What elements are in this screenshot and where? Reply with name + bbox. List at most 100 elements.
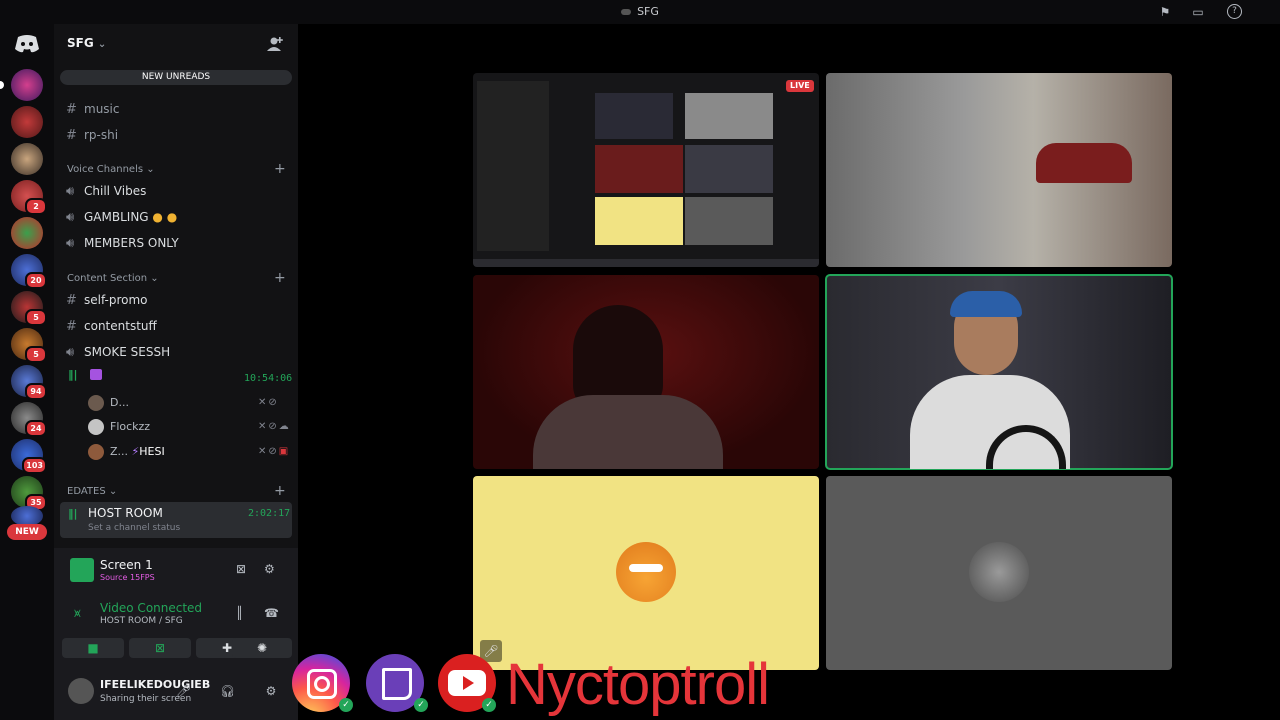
- window-title: SFG: [0, 5, 1280, 18]
- shared-tile: [685, 145, 773, 193]
- server-icon[interactable]: 5: [11, 291, 47, 326]
- mention-badge: 103: [22, 457, 47, 474]
- server-icon[interactable]: [11, 106, 43, 138]
- channel-status[interactable]: Set a channel status: [88, 523, 180, 533]
- channel-self-promo[interactable]: # self-promo: [66, 290, 148, 310]
- video-tile-user[interactable]: [473, 275, 819, 469]
- person-body: [533, 395, 723, 469]
- shared-tile: [595, 197, 683, 245]
- channel-members-only[interactable]: 🔊︎ MEMBERS ONLY: [66, 233, 179, 253]
- unread-pill: [0, 81, 4, 89]
- new-unreads-bar[interactable]: NEW UNREADS: [60, 70, 292, 85]
- host-room-timer: 2:02:17: [248, 508, 291, 519]
- channel-contentstuff[interactable]: # contentstuff: [66, 316, 157, 336]
- live-badge: LIVE: [786, 80, 814, 92]
- discord-home-icon[interactable]: [12, 32, 42, 56]
- server-name[interactable]: SFG ⌄: [67, 36, 106, 50]
- server-icon[interactable]: 103: [11, 439, 47, 474]
- signal-icon[interactable]: ⩙: [74, 606, 81, 621]
- category-content-section[interactable]: Content Section ⌄: [67, 273, 159, 287]
- server-icon[interactable]: 20: [11, 254, 47, 289]
- shared-tile: [685, 93, 773, 139]
- stop-stream-icon[interactable]: ⊠: [236, 562, 246, 576]
- microphone-icon[interactable]: 🎤︎: [176, 684, 191, 698]
- server-icon[interactable]: 35: [11, 476, 47, 511]
- server-icon[interactable]: 5: [11, 328, 47, 363]
- channel-gambling[interactable]: 🔊︎ GAMBLING ● ●: [66, 207, 177, 227]
- screen-share-icon[interactable]: ▭: [1190, 4, 1206, 20]
- screen-source: Source 15FPS: [100, 573, 155, 582]
- server-icon[interactable]: [11, 143, 43, 175]
- disconnect-icon[interactable]: ☎: [264, 606, 279, 620]
- stream-settings-icon[interactable]: ⚙: [264, 562, 275, 576]
- add-channel-icon[interactable]: +: [274, 270, 286, 286]
- check-icon: ✓: [339, 698, 353, 712]
- settings-gear-icon[interactable]: ⚙: [264, 684, 278, 698]
- add-friend-icon[interactable]: [266, 35, 284, 53]
- mention-badge: 24: [25, 420, 47, 437]
- title-bar: SFG ⚑ ▭ ?: [0, 0, 1280, 24]
- twitch-glyph: [382, 668, 412, 700]
- mention-badge: 5: [25, 309, 47, 326]
- server-icon[interactable]: [11, 69, 43, 101]
- channel-music[interactable]: # music: [66, 99, 119, 119]
- avatar-eyes: [629, 564, 663, 572]
- username[interactable]: IFEELIKEDOUGIEB: [100, 678, 210, 691]
- headphones-icon[interactable]: 🎧︎: [220, 684, 235, 698]
- voice-status[interactable]: Video Connected: [100, 601, 202, 615]
- channel-host-room[interactable]: ‖| HOST ROOM Set a channel status 2:02:1…: [60, 502, 292, 538]
- camera-button[interactable]: ■: [62, 638, 124, 658]
- channel-chill-vibes[interactable]: 🔊︎ Chill Vibes: [66, 181, 146, 201]
- screen-title: Screen 1: [100, 558, 153, 572]
- audio-tile-grey[interactable]: [826, 476, 1172, 670]
- check-icon: ✓: [414, 698, 428, 712]
- mention-badge: 20: [25, 272, 47, 289]
- red-hat-shape: [1036, 143, 1132, 183]
- add-channel-icon[interactable]: +: [274, 161, 286, 177]
- add-channel-icon[interactable]: +: [274, 483, 286, 499]
- server-icon[interactable]: 94: [11, 365, 47, 400]
- mention-badge: 94: [25, 383, 47, 400]
- server-icon[interactable]: 2: [11, 180, 47, 215]
- avatar: [969, 542, 1029, 602]
- locked-speaker-icon: 🔊︎: [66, 236, 75, 251]
- member-status-icons: ✕⊘▣: [258, 446, 291, 457]
- stream-emoji-icon: [90, 369, 102, 380]
- hash-icon: #: [66, 102, 77, 117]
- speaker-icon: 🔊︎: [66, 184, 75, 199]
- new-badge[interactable]: NEW: [7, 524, 47, 540]
- channel-smoke-sessh[interactable]: 🔊︎ SMOKE SESSH: [66, 342, 170, 362]
- hash-icon: #: [66, 319, 77, 334]
- video-tile-blurred[interactable]: [826, 73, 1172, 267]
- shared-tile: [595, 145, 683, 193]
- host-room-name: HOST ROOM: [88, 506, 163, 520]
- mention-badge: 5: [25, 346, 47, 363]
- member-status-icons: ✕⊘☁: [258, 421, 291, 432]
- avatar: [88, 419, 104, 435]
- channel-rp-shi[interactable]: # rp-shi: [66, 125, 118, 145]
- noise-suppression-icon[interactable]: ║: [236, 606, 243, 620]
- server-icon[interactable]: [11, 506, 43, 526]
- video-tile-speaking[interactable]: [825, 274, 1173, 470]
- help-icon[interactable]: ?: [1227, 4, 1242, 19]
- server-icon[interactable]: 24: [11, 402, 47, 437]
- category-edates[interactable]: EDATES ⌄: [67, 486, 117, 500]
- emoji-icon: ● ●: [152, 210, 178, 224]
- soundboard-button[interactable]: ✺: [232, 638, 292, 658]
- screen-thumbnail[interactable]: [70, 558, 94, 582]
- inbox-icon[interactable]: ⚑: [1157, 4, 1173, 20]
- check-icon: ✓: [482, 698, 496, 712]
- server-icon[interactable]: [11, 217, 43, 249]
- screen-share-button[interactable]: ⊠: [129, 638, 191, 658]
- category-voice-channels[interactable]: Voice Channels ⌄: [67, 164, 155, 178]
- shared-tile: [685, 197, 773, 245]
- speaker-icon: 🔊︎: [66, 345, 75, 360]
- voice-member[interactable]: Flockzz: [88, 417, 150, 437]
- audio-tile-yellow[interactable]: [473, 476, 819, 670]
- screen-share-tile[interactable]: [473, 73, 819, 267]
- user-avatar[interactable]: [68, 678, 94, 704]
- voice-member[interactable]: D...: [88, 393, 129, 413]
- speaker-icon: 🔊︎: [66, 210, 75, 225]
- voice-member[interactable]: Z... ⚡HESI: [88, 442, 165, 462]
- play-icon: [463, 676, 474, 690]
